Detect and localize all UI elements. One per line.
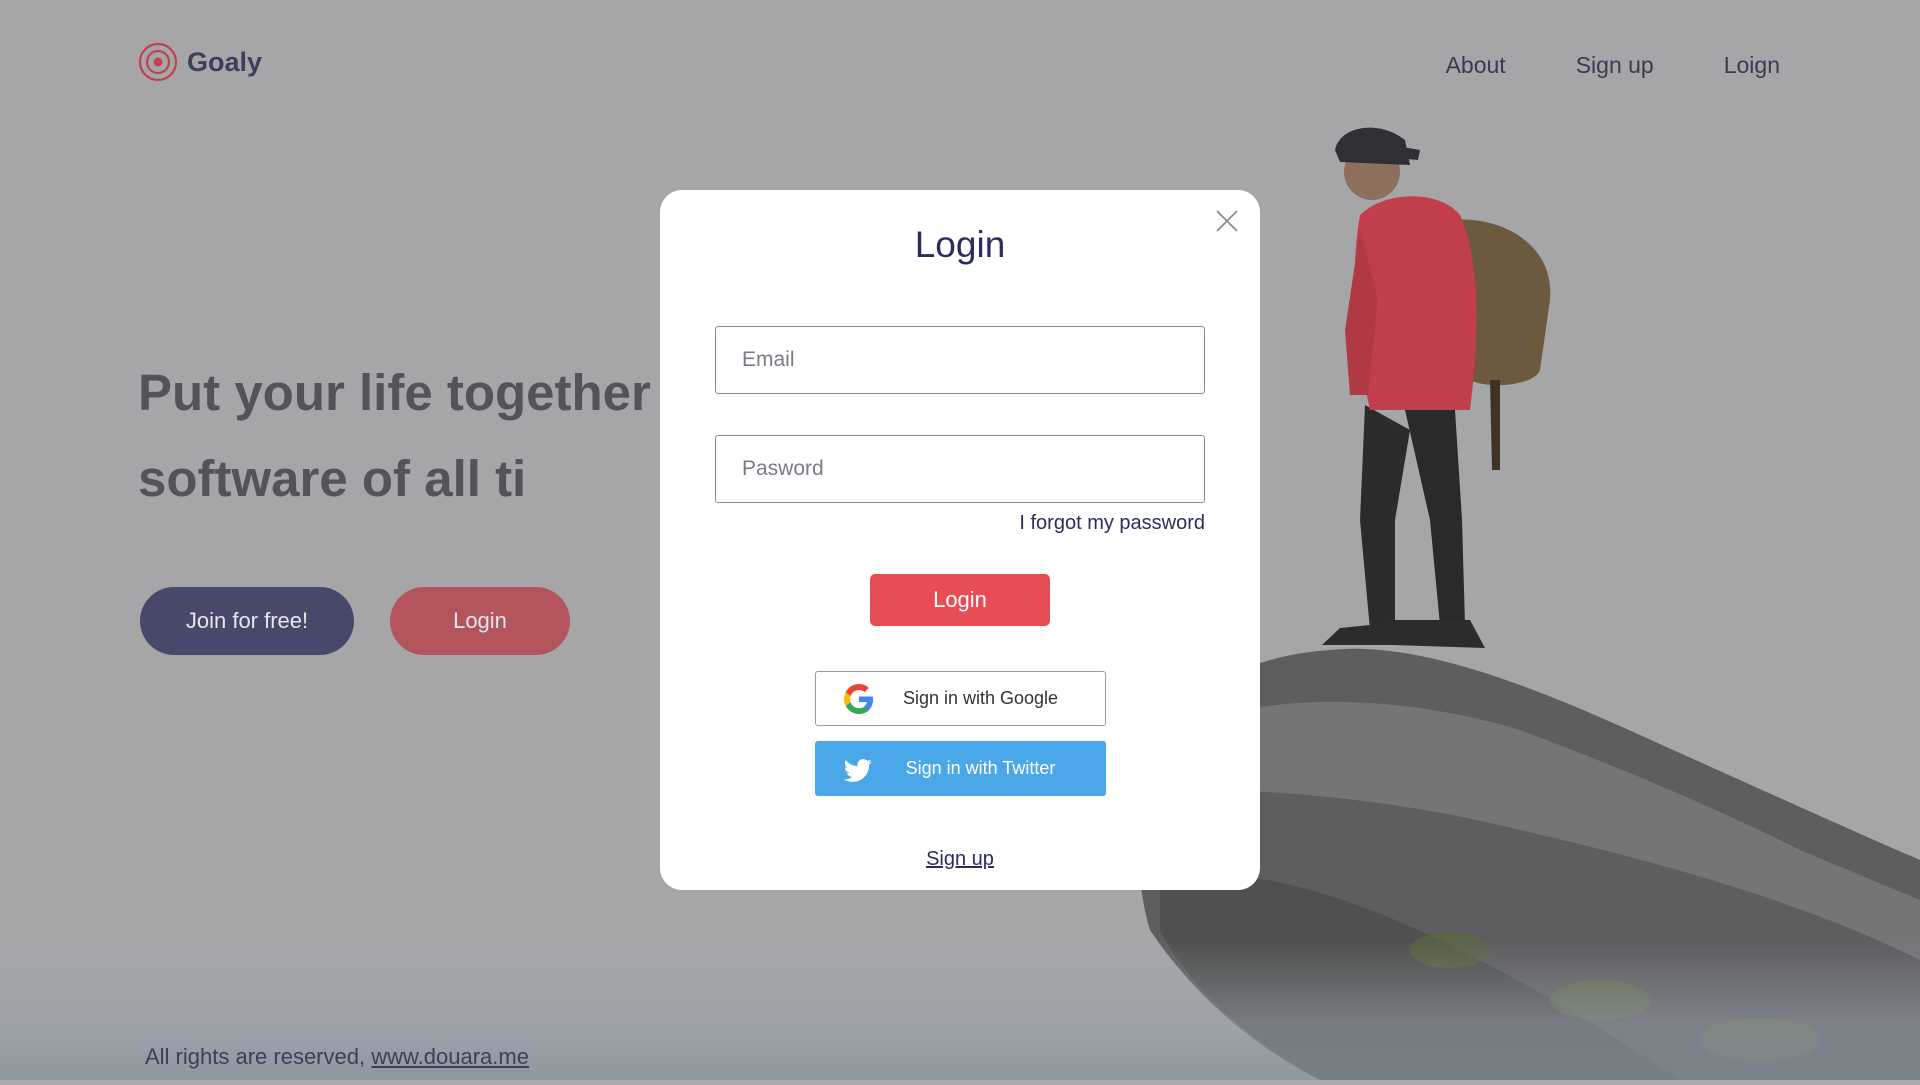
google-signin-label: Sign in with Google [902,688,1059,708]
twitter-signin-button[interactable]: Sign in with Twitter [815,741,1106,796]
logo-target-icon [138,42,178,82]
footer-website-link[interactable]: www.douara.me [371,1044,529,1069]
twitter-signin-label: Sign in with Twitter [905,758,1056,778]
google-signin-button[interactable]: Sign in with Google [815,671,1106,726]
google-icon [844,683,874,714]
twitter-icon [843,754,873,784]
nav-link-login[interactable]: Loign [1724,52,1780,79]
join-for-free-button[interactable]: Join for free! [140,587,354,655]
brand-logo[interactable]: Goaly [138,42,262,82]
nav-link-signup[interactable]: Sign up [1576,52,1654,79]
modal-title: Login [914,224,1006,265]
forgot-password-link[interactable]: I forgot my password [1019,512,1205,535]
modal-signup-link[interactable]: Sign up [660,848,1260,871]
email-field[interactable] [715,326,1205,394]
hero-login-button[interactable]: Login [390,587,570,655]
page-background: Goaly About Sign up Loign Put your life … [0,0,1920,1080]
footer-copyright: All rights are reserved, www.douara.me [145,1044,529,1070]
nav-link-about[interactable]: About [1446,52,1506,79]
login-modal: Login I forgot my password Login Sign in… [660,190,1260,890]
footer-text: All rights are reserved, [145,1044,372,1069]
brand-name: Goaly [187,46,263,77]
password-field[interactable] [715,435,1205,503]
login-submit-button[interactable]: Login [870,574,1050,626]
top-nav: About Sign up Loign [1446,52,1780,79]
